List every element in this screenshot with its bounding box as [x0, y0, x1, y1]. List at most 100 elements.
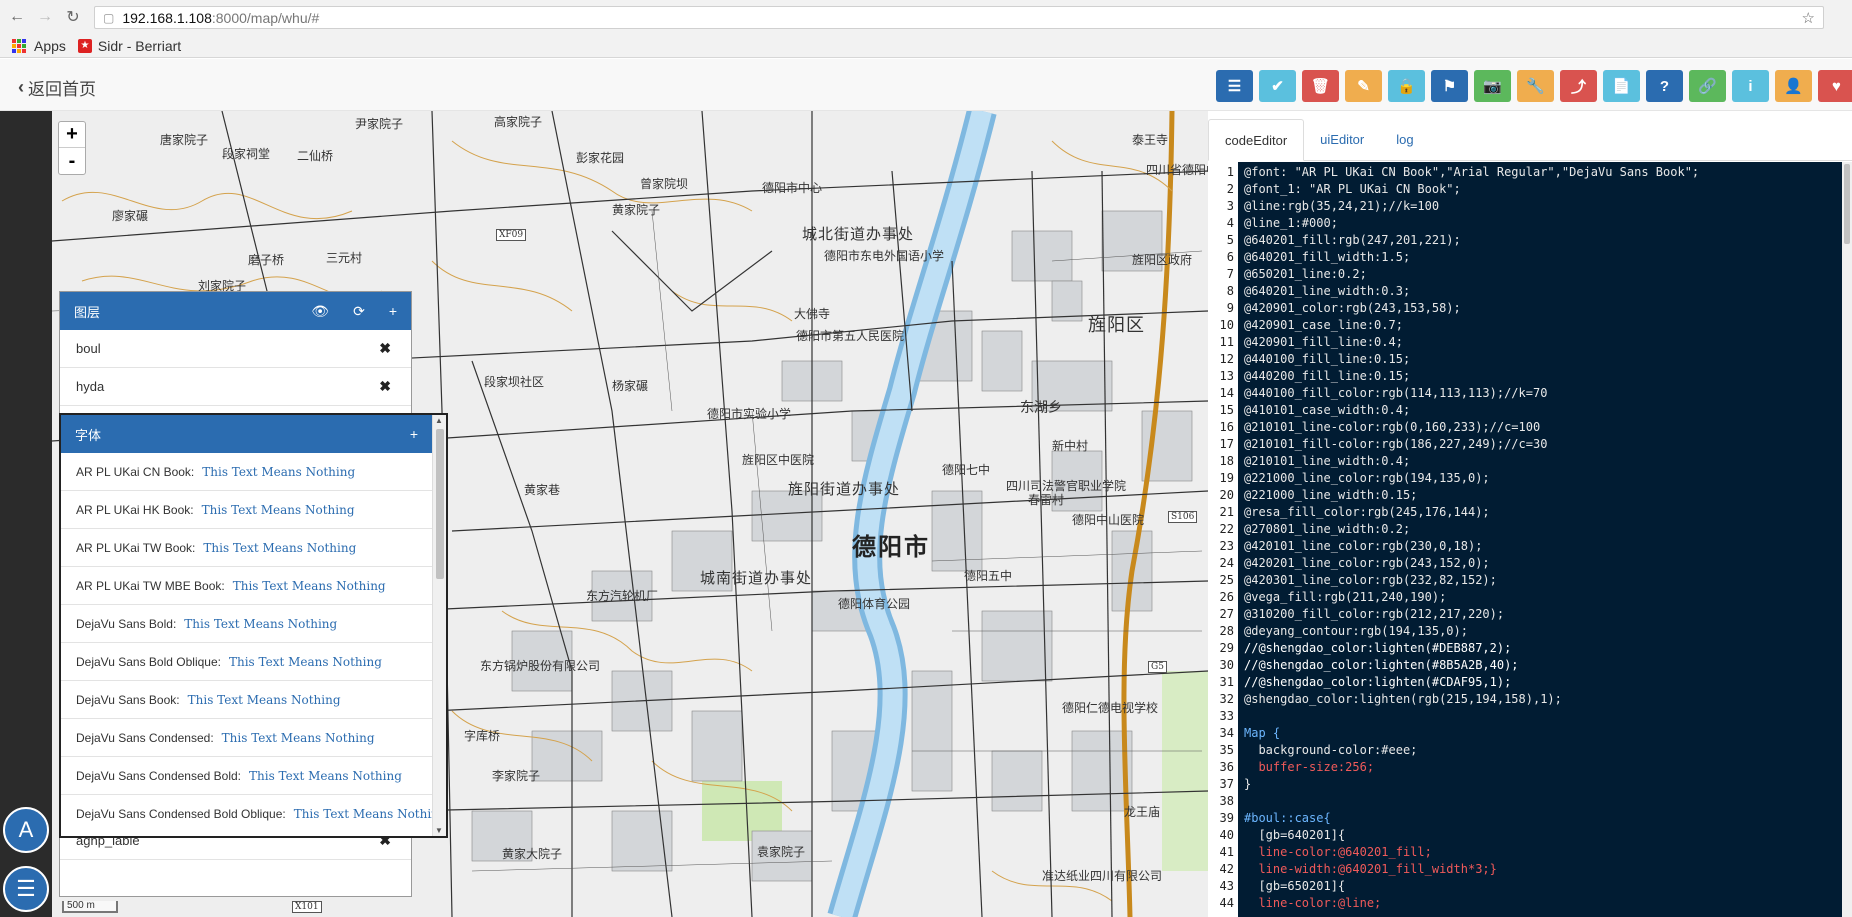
- layer-row[interactable]: hyda ✖: [60, 368, 411, 406]
- font-row[interactable]: DejaVu Sans Bold: This Text Means Nothing: [61, 605, 432, 643]
- camera-button[interactable]: 📷: [1474, 70, 1511, 102]
- pencil-button[interactable]: ✎: [1345, 70, 1382, 102]
- code-line: 8 @640201_line_width:0.3;: [1210, 283, 1410, 300]
- back-home-link[interactable]: ‹ 返回首页: [18, 75, 96, 100]
- share-button[interactable]: ⤴: [1560, 70, 1597, 102]
- font-row[interactable]: AR PL UKai TW Book: This Text Means Nothi…: [61, 529, 432, 567]
- lock-button[interactable]: 🔒: [1388, 70, 1425, 102]
- road-shield: S106: [1168, 511, 1198, 523]
- font-row[interactable]: AR PL UKai CN Book: This Text Means Nothi…: [61, 453, 432, 491]
- refresh-icon[interactable]: ⟳: [353, 303, 365, 320]
- forward-arrow-icon[interactable]: →: [34, 6, 56, 28]
- zoom-out-button[interactable]: -: [59, 148, 85, 174]
- code-text: buffer-size:256;: [1244, 760, 1375, 774]
- check-button[interactable]: ✔: [1259, 70, 1296, 102]
- url-input[interactable]: ▢ 192.168.1.108:8000/map/whu/# ☆: [94, 6, 1824, 29]
- zoom-in-button[interactable]: +: [59, 122, 85, 148]
- line-number: 38: [1219, 794, 1234, 808]
- tab-uieditor[interactable]: uiEditor: [1304, 118, 1380, 160]
- font-row[interactable]: AR PL UKai TW MBE Book: This Text Means N…: [61, 567, 432, 605]
- code-text: @210101_fill-color:rgb(186,227,249);//c=…: [1244, 437, 1548, 451]
- code-line: 36 buffer-size:256;: [1210, 759, 1375, 776]
- map-label: 段家坝社区: [484, 375, 545, 389]
- line-number: 34: [1219, 726, 1234, 740]
- tab-codeeditor[interactable]: codeEditor: [1208, 119, 1305, 161]
- font-row[interactable]: AR PL UKai HK Book: This Text Means Nothi…: [61, 491, 432, 529]
- code-text: @640201_fill_width:1.5;: [1244, 250, 1411, 264]
- map-label: 德阳体育公园: [838, 597, 911, 611]
- question-button[interactable]: ?: [1646, 70, 1683, 102]
- link-button[interactable]: 🔗: [1689, 70, 1726, 102]
- close-icon[interactable]: ✖: [379, 340, 391, 357]
- font-sample: This Text Means Nothing: [249, 768, 402, 783]
- code-text: @line_1:#000;: [1244, 216, 1338, 230]
- map-label: 德阳中山医院: [1072, 513, 1145, 527]
- line-number: 6: [1226, 250, 1234, 264]
- line-number: 30: [1219, 658, 1234, 672]
- code-text: @221000_line_width:0.15;: [1244, 488, 1418, 502]
- code-text: @410101_case_width:0.4;: [1244, 403, 1411, 417]
- code-line: 35 background-color:#eee;: [1210, 742, 1418, 759]
- code-line: 37}: [1210, 776, 1252, 793]
- font-name: DejaVu Sans Bold:: [76, 616, 177, 631]
- user-button[interactable]: 👤: [1775, 70, 1812, 102]
- list-button[interactable]: ☰: [1216, 70, 1253, 102]
- bookmark-apps[interactable]: Apps: [12, 38, 66, 54]
- info-button[interactable]: i: [1732, 70, 1769, 102]
- heart-button[interactable]: ♥: [1818, 70, 1852, 102]
- font-row[interactable]: DejaVu Sans Condensed Bold: This Text Mea…: [61, 757, 432, 795]
- plus-icon[interactable]: +: [389, 303, 397, 320]
- layer-row[interactable]: boul ✖: [60, 330, 411, 368]
- font-sample: This Text Means Nothing: [202, 464, 356, 479]
- line-number: 44: [1219, 896, 1234, 910]
- fonts-scrollbar[interactable]: ▲ ▼: [432, 415, 446, 836]
- map-label-city: 德阳市: [852, 532, 930, 561]
- code-text: @420901_case_line:0.7;: [1244, 318, 1403, 332]
- reload-icon[interactable]: ↻: [62, 6, 84, 28]
- lock-icon: 🔒: [1397, 78, 1416, 95]
- map-label: 东湖乡: [1020, 400, 1062, 416]
- font-sample: This Text Means Nothing: [228, 654, 382, 669]
- trash-button[interactable]: 🗑: [1302, 70, 1339, 102]
- map-label: 德阳五中: [964, 569, 1013, 583]
- layer-name: hyda: [76, 379, 105, 394]
- list-menu-button[interactable]: ☰: [3, 866, 49, 912]
- scrollbar-thumb[interactable]: [436, 429, 444, 579]
- wrench-button[interactable]: 🔧: [1517, 70, 1554, 102]
- scrollbar-thumb[interactable]: [1844, 164, 1850, 244]
- scroll-up-icon[interactable]: ▲: [435, 416, 443, 425]
- line-number: 8: [1226, 284, 1234, 298]
- code-line: 4 @line_1:#000;: [1210, 215, 1338, 232]
- code-line: 9 @420901_color:rgb(243,153,58);: [1210, 300, 1461, 317]
- plus-icon[interactable]: +: [410, 426, 418, 442]
- font-a-button[interactable]: A: [3, 807, 49, 853]
- code-line: 16 @210101_line-color:rgb(0,160,233);//c=…: [1210, 419, 1541, 436]
- font-row[interactable]: DejaVu Sans Book: This Text Means Nothing: [61, 681, 432, 719]
- close-icon[interactable]: ✖: [379, 378, 391, 395]
- line-number: 42: [1219, 862, 1234, 876]
- font-row[interactable]: DejaVu Sans Bold Oblique: This Text Means…: [61, 643, 432, 681]
- font-name: AR PL UKai TW MBE Book:: [76, 578, 225, 593]
- tab-log[interactable]: log: [1380, 118, 1429, 160]
- editor-scrollbar[interactable]: [1842, 162, 1852, 917]
- bookmark-sidr[interactable]: ★ Sidr - Berriart: [77, 38, 181, 54]
- scroll-down-icon[interactable]: ▼: [435, 826, 443, 835]
- back-arrow-icon[interactable]: ←: [6, 6, 28, 28]
- code-line: 40 [gb=640201]{: [1210, 827, 1346, 844]
- line-number: 26: [1219, 590, 1234, 604]
- page-info-icon[interactable]: ▢: [103, 11, 114, 25]
- line-number: 17: [1219, 437, 1234, 451]
- info-icon: i: [1748, 77, 1753, 95]
- apps-grid-icon: [12, 38, 26, 53]
- bookmark-star-icon[interactable]: ☆: [1802, 9, 1815, 27]
- map-label: 新中村: [1052, 439, 1089, 453]
- code-line: 17 @210101_fill-color:rgb(186,227,249);//…: [1210, 436, 1548, 453]
- code-editor[interactable]: 1 @font: "AR PL UKai CN Book","Arial Regu…: [1210, 162, 1842, 917]
- code-line: 3 @line:rgb(35,24,21);//k=100: [1210, 198, 1439, 215]
- code-line: 13 @440200_fill_line:0.15;: [1210, 368, 1411, 385]
- eye-icon[interactable]: 👁: [311, 303, 329, 320]
- font-row[interactable]: DejaVu Sans Condensed Bold Oblique: This …: [61, 795, 432, 830]
- file-button[interactable]: 📄: [1603, 70, 1640, 102]
- flag-button[interactable]: ⚑: [1431, 70, 1468, 102]
- font-row[interactable]: DejaVu Sans Condensed: This Text Means No…: [61, 719, 432, 757]
